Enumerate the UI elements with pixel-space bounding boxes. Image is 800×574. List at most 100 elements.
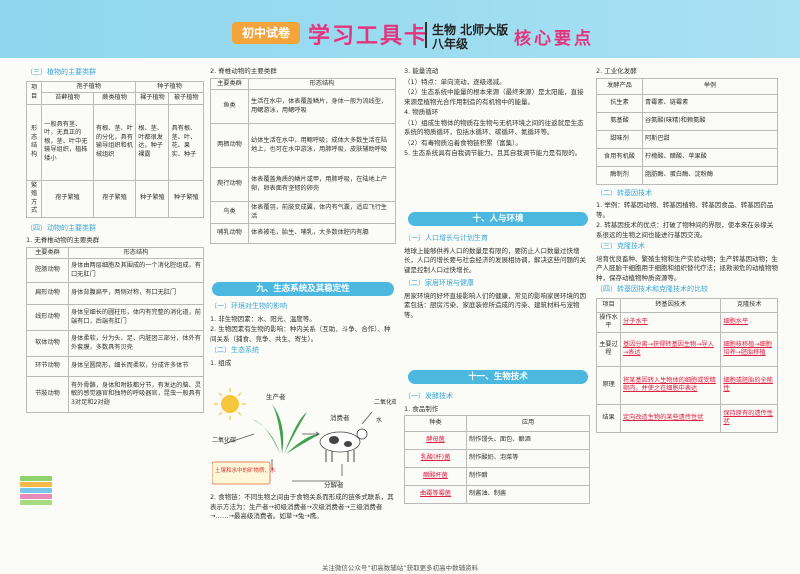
table-cell: 制作醋 [466,467,590,486]
table-cell: 爬行动物 [210,167,249,202]
soil-label: 土壤和水中的矿物质、水 [215,466,276,474]
table-cell: 种子繁殖 [168,179,204,218]
table-cell: 腔肠动物 [26,258,69,283]
co2-label-left: 二氧化碳 [212,436,236,444]
exam-badge: 初中试卷 [232,22,300,44]
table-header: 形态结构 [68,246,204,259]
ecosystem-diagram: 生产者 消费者 二氧化碳 水 二氧化碳 土壤和水中的矿物质、水 分解者 [212,388,396,489]
water-label: 水 [376,416,382,424]
table-cell: 青霉素、链霉素 [642,93,778,113]
paragraph: （2）生态系统中能量的根本来源（最终来源）是太阳能，直接来源是植物光合作用制造的… [404,88,584,106]
table-cell: 身体由两层细胞及其围成的一个消化腔组成，有口无肛门 [68,258,204,283]
table-cell: 细胞水平 [720,311,778,333]
column-3-mid: （一）人口增长与计划生育 地球上能够供养人口的数量是有限的，要防止人口数量过快增… [404,232,590,321]
table-cell: 定向改造生物的某些遗传性状 [619,403,722,433]
table-header: 转基因技术 [619,297,722,313]
table-cell: 制作馒头、面包、酿酒 [466,431,590,450]
table-cell: 脂肪酶、蛋白酶、淀粉酶 [642,165,778,185]
paragraph: 2. 工业化发酵 [596,67,637,75]
table-cell: 醋酸杆菌 [404,467,467,486]
table-cell: 甜味剂 [596,129,643,149]
column-4: 2. 工业化发酵 发酵产品 举例 抗生素 青霉素、链霉素 氨基酸 谷氨酸(味精)和赖… [596,66,778,433]
section-title: （三）克隆技术 [596,242,645,250]
plant-table: 项目 孢子植物 种子植物 苔藓植物 蕨类植物 裸子植物 被子植物 形态结构 一般… [25,80,204,218]
industrial-table: 发酵产品 举例 抗生素 青霉素、链霉素 氨基酸 谷氨酸(味精)和赖氨酸 甜味剂 阿斯巴… [596,77,778,185]
table-cell: 环节动物 [26,356,69,377]
table-cell: 身体呈圆筒形，细长而柔软，分成许多体节 [68,356,204,377]
section-title: （一）发酵技术 [404,392,453,400]
section-title: （二）生态系统 [210,346,259,354]
section-title: （四）转基因技术和克隆技术的比较 [596,285,708,293]
paragraph: 2. 生物因素有生物的影响：种内关系（互助、斗争、合作）、种间关系（捕食、竞争、… [210,325,391,343]
table-header: 种类 [404,415,467,432]
producer-label: 生产者 [266,392,286,401]
table-cell: 裸子植物 [135,92,170,105]
table-header: 主要类群 [26,246,69,259]
paragraph: 地球上能够供养人口的数量是有限的，要防止人口数量过快增长，人口的增长要与社会经济… [404,246,586,274]
table-cell: 孢子繁殖 [92,179,137,218]
table-header: 项目 [596,297,621,313]
table-cell: 曲霉等霉菌 [404,485,467,504]
section-title: （一）环境对生物的影响 [210,302,287,310]
comparison-table: 项目 转基因技术 克隆技术 操作水平 分子水平 细胞水平 主要过程 基因分离→获得转基… [596,297,778,433]
table-cell: 根、茎、叶都很发达，种子裸露 [135,103,170,181]
paragraph: 1. 食品制作 [404,404,439,413]
footer-note: 关注微信公众号“初高数辅站”获取更多初高中数辅资料 [321,564,479,572]
paragraph: 培育优良畜种、繁殖生物和生产实验动物；生产转基因动物；生产人胚胎干细胞用于细胞和… [596,254,778,282]
column-2-bottom: 2. 食物链：不同生物之间由于食物关系而形成的链条式联系，其表示方法为：生产者→… [210,492,396,523]
table-cell: 身体呈细长的圆柱形，体内有完整的消化道，前端有口，后端有肛门 [68,304,204,331]
table-cell: 具有根、茎、叶、花、果实、种子 [168,103,204,181]
table-cell: 乳酸(杆)菌 [404,449,467,468]
food-table: 种类 应用 酵母菌 制作馒头、面包、酿酒 乳酸(杆)菌 制作酸奶、泡菜等 醋酸杆菌制… [404,415,590,504]
table-cell: 体表覆羽，前肢变成翼，体内有气囊，适应飞行生活 [248,201,396,224]
consumer-label: 消费者 [330,413,350,422]
table-cell: 蕨类植物 [92,92,137,105]
study-card-page: 初中试卷 学习工具卡 生物 北师大版 八年级 核心要点 （三）植物的主要类群 项… [0,0,800,574]
section-title: （二）家居环境与健康 [404,279,474,287]
table-cell: 孢子繁殖 [41,179,94,218]
table-cell: 结果 [596,403,621,433]
key-points-label: 核心要点 [514,29,594,49]
header-divider [425,22,427,48]
table-cell: 繁殖方式 [25,179,43,218]
table-cell: 制作酸奶、泡菜等 [466,449,590,468]
table-cell: 形态结构 [25,103,43,181]
table-cell: 细胞核移植→细胞培养→胚胎移植 [720,331,778,367]
paragraph: 1. 无脊椎动物的主要类群 [26,236,100,244]
table-header: 发酵产品 [596,77,643,95]
table-cell: 酵母菌 [404,431,467,450]
table-cell: 体表覆盖角质的鳞片或甲，用肺呼吸，在陆地上产卵，卵表面有坚韧的卵壳 [248,167,396,202]
table-cell: 鸟类 [210,201,249,224]
table-header: 应用 [466,415,590,432]
table-cell: 被子植物 [168,92,204,105]
section-band: 十一、生物技术 [408,370,588,384]
table-cell: 主要过程 [596,331,621,367]
table-cell: 哺乳动物 [210,223,249,244]
section-title: （一）人口增长与计划生育 [404,234,488,242]
section-band: 十、人与环境 [408,212,588,226]
table-cell: 谷氨酸(味精)和赖氨酸 [642,111,778,131]
co2-label-right: 二氧化碳 [374,398,396,406]
table-cell: 有根、茎、叶的分化，具有输导组织和机械组织 [92,103,137,181]
table-header: 举例 [642,77,778,95]
paragraph: 1. 举例：转基因动物、转基因植物、转基因食品、转基因药品等。 [596,201,774,219]
paragraph: （2）有毒物质沿着食物链积累（富集）。 [404,138,522,147]
table-cell: 基因分离→获得转基因生物→导入→表达 [619,331,722,367]
table-cell: 柠檬酸、醋酸、苹果酸 [642,147,778,167]
table-cell: 身体背腹扁平，两侧对称，有口无肛门 [68,282,204,305]
vertebrate-table: 主要类群 形态结构 鱼类 生活在水中，体表覆盖鳞片，身体一般为流线型，用鳃游泳，用… [210,77,396,244]
paragraph: 1. 非生物因素：水、阳光、温度等。 [210,314,316,323]
table-cell: 节肢动物 [26,376,69,413]
paragraph: 1. 组成 [210,358,232,367]
table-header: 克隆技术 [720,297,778,313]
table-cell: 扁形动物 [26,282,69,305]
table-cell: 原理 [596,365,621,405]
table-cell: 制酱油、制酱 [466,485,590,504]
table-cell: 种子繁殖 [135,179,170,218]
table-cell: 体表被毛，胎生、哺乳，大多数体腔内有膈 [248,223,396,244]
table-cell: 抗生素 [596,93,643,113]
table-cell: 阿斯巴甜 [642,129,778,149]
table-header: 形态结构 [248,77,396,90]
table-cell: 苔藓植物 [41,92,94,105]
paragraph: 3. 能量流动 [404,67,439,75]
